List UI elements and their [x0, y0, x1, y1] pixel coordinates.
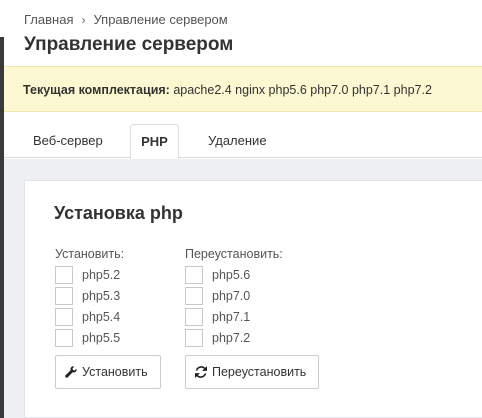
breadcrumb-current: Управление сервером	[93, 12, 228, 27]
chevron-right-icon: ›	[81, 13, 86, 27]
alert-text: Текущая комплектация: apache2.4 nginx ph…	[23, 83, 432, 97]
alert-value: apache2.4 nginx php5.6 php7.0 php7.1 php…	[173, 83, 432, 97]
install-label: Установить:	[55, 247, 125, 261]
breadcrumb-home-link[interactable]: Главная	[24, 12, 73, 27]
install-php-panel: Установка php Установить: Переустановить…	[24, 180, 482, 418]
reinstall-option-label: php7.1	[212, 310, 251, 324]
reinstall-checkbox[interactable]	[185, 287, 203, 305]
install-checkbox[interactable]	[55, 287, 73, 305]
install-option-label: php5.4	[82, 310, 121, 324]
install-option-label: php5.3	[82, 289, 121, 303]
install-option-label: php5.5	[82, 331, 121, 345]
reinstall-checkbox[interactable]	[185, 266, 203, 284]
page-header: Главная › Управление сервером Управление с…	[4, 0, 482, 66]
install-button[interactable]: Установить	[55, 355, 161, 389]
reinstall-checkbox[interactable]	[185, 329, 203, 347]
tab-bar: Веб-сервер PHP Удаление	[4, 112, 482, 159]
reinstall-button[interactable]: Переустановить	[185, 355, 319, 389]
wrench-icon	[65, 366, 77, 378]
install-option-label: php5.2	[82, 268, 121, 282]
reinstall-option-label: php7.2	[212, 331, 251, 345]
reinstall-option-label: php7.0	[212, 289, 251, 303]
reinstall-checkbox[interactable]	[185, 308, 203, 326]
page-title: Управление сервером	[24, 34, 234, 55]
install-checkbox[interactable]	[55, 266, 73, 284]
alert-label: Текущая комплектация:	[23, 83, 170, 97]
reinstall-label: Переустановить:	[185, 247, 283, 261]
install-checkbox[interactable]	[55, 308, 73, 326]
reinstall-option-label: php5.6	[212, 268, 251, 282]
current-bundle-alert: Текущая комплектация: apache2.4 nginx ph…	[4, 66, 482, 112]
panel-title: Установка php	[54, 203, 183, 223]
breadcrumb: Главная › Управление сервером	[24, 12, 228, 27]
refresh-icon	[195, 366, 207, 378]
install-checkbox[interactable]	[55, 329, 73, 347]
tab-php[interactable]: PHP	[130, 124, 179, 159]
tab-removal[interactable]: Удаление	[208, 124, 267, 159]
install-button-label: Установить	[82, 365, 148, 379]
reinstall-button-label: Переустановить	[212, 365, 307, 379]
tab-web-server[interactable]: Веб-сервер	[33, 124, 103, 159]
